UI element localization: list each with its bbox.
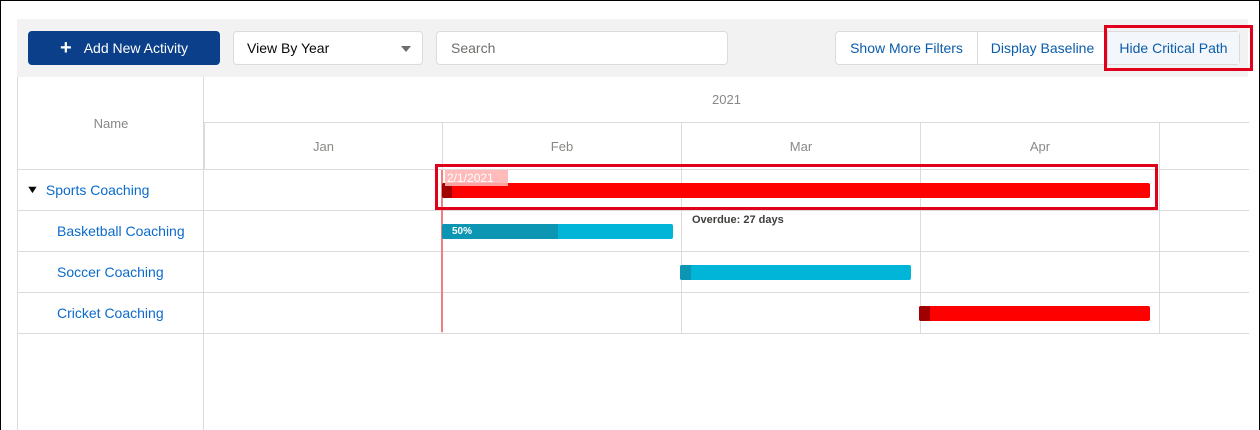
row-name-label: Cricket Coaching	[57, 305, 164, 321]
basketball-coaching-task-bar[interactable]	[442, 224, 673, 239]
cricket-coaching-critical-bar[interactable]	[919, 306, 1150, 321]
timeline-year-header: 2021	[204, 77, 1249, 123]
gantt-row-cricket-coaching[interactable]: Cricket Coaching	[57, 293, 164, 333]
display-baseline-button[interactable]: Display Baseline	[978, 32, 1108, 64]
row-name-label: Basketball Coaching	[57, 223, 185, 239]
gantt-row-sports-coaching[interactable]: ▼ Sports Coaching	[25, 170, 150, 210]
month-header-apr: Apr	[920, 123, 1159, 170]
month-header-next	[1159, 123, 1249, 170]
start-date-label: 2/1/2021	[445, 170, 508, 186]
month-header-mar: Mar	[681, 123, 920, 170]
row-divider	[18, 292, 1249, 293]
gantt-row-soccer-coaching[interactable]: Soccer Coaching	[57, 252, 164, 292]
view-select[interactable]: View By Year	[233, 31, 423, 65]
row-divider	[18, 210, 1249, 211]
gantt-row-basketball-coaching[interactable]: Basketball Coaching	[57, 211, 185, 251]
progress-percent-label: 50%	[452, 226, 473, 237]
month-header-jan: Jan	[204, 123, 442, 170]
hide-critical-path-button[interactable]: Hide Critical Path	[1108, 32, 1239, 64]
view-options-button-group: Show More Filters Display Baseline Hide …	[835, 31, 1240, 65]
bar-start-marker	[680, 265, 691, 280]
plus-icon: +	[60, 37, 72, 59]
add-new-activity-label: Add New Activity	[83, 40, 188, 56]
caret-down-icon	[401, 46, 411, 52]
row-divider	[18, 251, 1249, 252]
soccer-coaching-task-bar[interactable]	[680, 265, 911, 280]
view-select-value: View By Year	[247, 40, 330, 56]
bar-start-marker	[919, 306, 930, 321]
name-column-header: Name	[18, 77, 204, 170]
month-header-feb: Feb	[442, 123, 681, 170]
search-input[interactable]	[436, 31, 728, 65]
show-more-filters-button[interactable]: Show More Filters	[836, 32, 978, 64]
row-name-label: Sports Coaching	[45, 182, 150, 198]
add-new-activity-button[interactable]: + Add New Activity	[28, 31, 220, 65]
sports-coaching-critical-bar[interactable]	[442, 183, 1150, 198]
row-divider	[18, 333, 1249, 334]
gantt-chart: Name 2021 Jan Feb Mar Apr	[17, 77, 1249, 430]
overdue-label: Overdue: 27 days	[692, 214, 784, 226]
row-name-label: Soccer Coaching	[57, 264, 164, 280]
chevron-down-icon[interactable]: ▼	[25, 184, 39, 196]
